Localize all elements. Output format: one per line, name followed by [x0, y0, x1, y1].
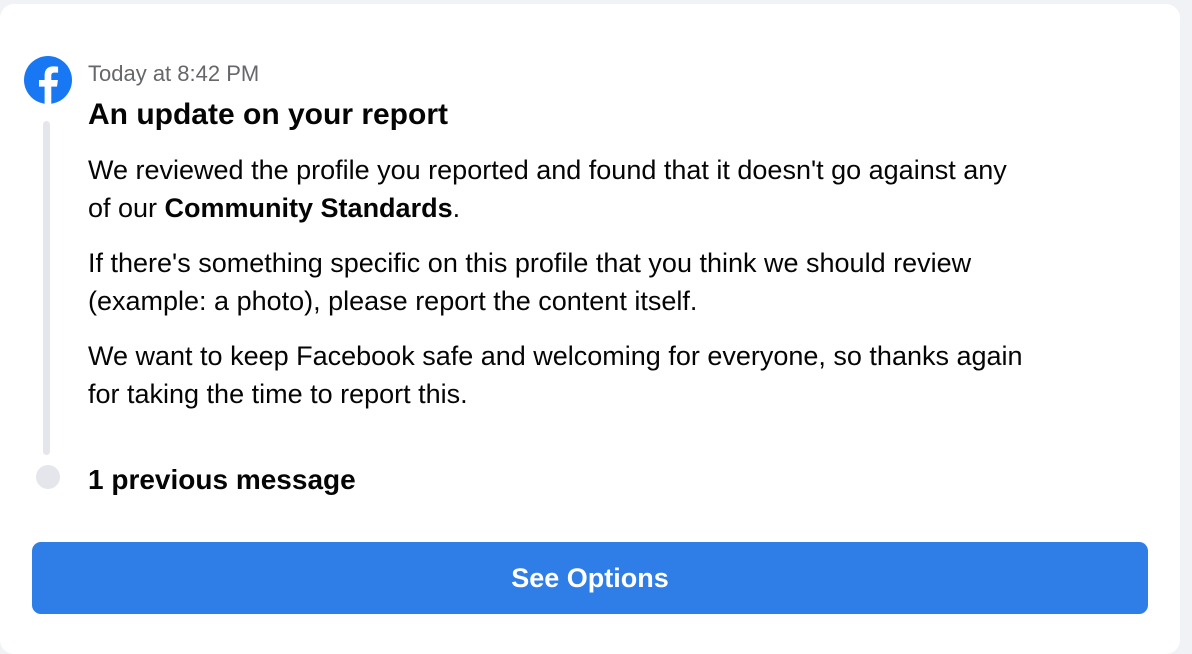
timeline-line: [43, 121, 50, 455]
paragraph-1-suffix: .: [452, 193, 461, 223]
paragraph-2-line-2: (example: a photo), please report the co…: [88, 286, 698, 316]
see-options-button[interactable]: See Options: [32, 542, 1148, 614]
facebook-logo-icon: [24, 56, 72, 104]
message-paragraph-1: We reviewed the profile you reported and…: [88, 151, 1163, 227]
paragraph-2-line-1: If there's something specific on this pr…: [88, 248, 972, 278]
previous-message-link[interactable]: 1 previous message: [88, 463, 356, 497]
community-standards-text: Community Standards: [164, 193, 453, 223]
message-title: An update on your report: [88, 98, 448, 131]
message-timestamp: Today at 8:42 PM: [88, 61, 260, 86]
paragraph-1-line-2: of our Community Standards.: [88, 189, 1163, 227]
notification-card: Today at 8:42 PM An update on your repor…: [0, 4, 1180, 654]
paragraph-3-line-2: for taking the time to report this.: [88, 379, 468, 409]
paragraph-3-line-1: We want to keep Facebook safe and welcom…: [88, 341, 1023, 371]
paragraph-1-prefix: of our: [88, 193, 165, 223]
message-paragraph-2: If there's something specific on this pr…: [88, 244, 1163, 320]
message-paragraph-3: We want to keep Facebook safe and welcom…: [88, 337, 1163, 413]
paragraph-1-line-1: We reviewed the profile you reported and…: [88, 155, 1007, 185]
previous-message-dot: [36, 465, 60, 489]
